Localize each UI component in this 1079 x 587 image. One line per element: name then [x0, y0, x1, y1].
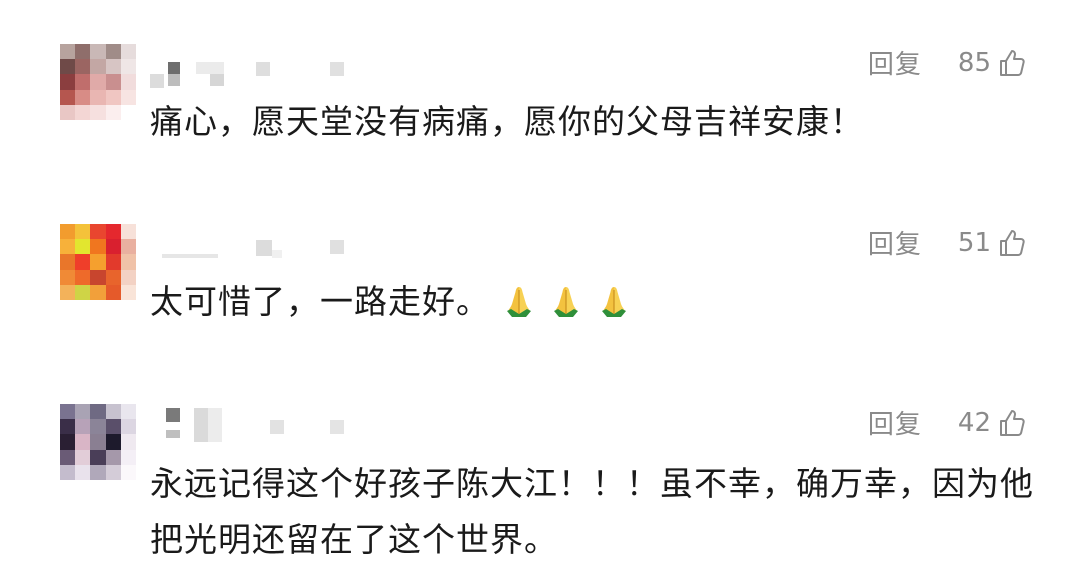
folded-hands-icon — [506, 287, 531, 317]
comment-actions: 回复 42 — [868, 404, 1027, 441]
avatar-pixel — [75, 59, 91, 75]
comment-actions: 回复 51 — [868, 224, 1027, 261]
avatar-pixel — [75, 89, 91, 105]
avatar-pixel — [75, 404, 91, 420]
emoji-group — [490, 282, 633, 321]
avatar-pixel — [105, 104, 121, 120]
avatar-pixel — [105, 404, 121, 420]
avatar-pixel — [60, 74, 76, 90]
avatar-pixel — [105, 434, 121, 450]
avatar-pixel — [60, 224, 76, 240]
avatar-pixel — [105, 239, 121, 255]
avatar-pixel — [90, 74, 106, 90]
comment-text: 痛心，愿天堂没有病痛，愿你的父母吉祥安康！ — [150, 102, 864, 141]
avatar-pixel — [105, 74, 121, 90]
avatar-pixel — [90, 434, 106, 450]
avatar-pixel — [60, 449, 76, 465]
avatar-pixel — [60, 269, 76, 285]
avatar-pixel — [90, 464, 106, 480]
avatar-pixel — [90, 239, 106, 255]
avatar-pixel — [75, 419, 91, 435]
avatar-pixel — [60, 464, 76, 480]
avatar-pixel — [105, 284, 121, 300]
avatar-pixel — [120, 269, 136, 285]
avatar-pixel — [120, 74, 136, 90]
avatar-pixel — [60, 104, 76, 120]
avatar[interactable] — [60, 44, 136, 120]
avatar-pixel — [90, 404, 106, 420]
like-count: 85 — [957, 47, 991, 78]
avatar-pixel — [105, 449, 121, 465]
reply-button[interactable]: 回复 — [868, 224, 922, 261]
avatar-pixel — [105, 44, 121, 60]
avatar-pixel — [75, 104, 91, 120]
avatar-pixel — [75, 44, 91, 60]
avatar-pixel — [105, 419, 121, 435]
avatar-pixel — [90, 104, 106, 120]
thumbs-up-icon[interactable] — [995, 47, 1027, 79]
avatar-pixel — [60, 254, 76, 270]
avatar-pixel — [90, 284, 106, 300]
avatar-pixel — [120, 464, 136, 480]
avatar-pixel — [120, 254, 136, 270]
like-count: 51 — [957, 227, 991, 258]
avatar-pixel — [90, 89, 106, 105]
avatar-pixel — [105, 224, 121, 240]
avatar-pixel — [60, 419, 76, 435]
reply-button[interactable]: 回复 — [868, 404, 922, 441]
avatar-pixel — [75, 224, 91, 240]
avatar-pixel — [105, 269, 121, 285]
comment-text: 太可惜了，一路走好。 — [150, 274, 1040, 330]
avatar-pixel — [105, 254, 121, 270]
comment-actions: 回复 85 — [868, 44, 1027, 81]
avatar-pixel — [75, 239, 91, 255]
folded-hands-icon — [554, 287, 578, 317]
thumbs-up-icon[interactable] — [995, 407, 1027, 439]
avatar-pixel — [120, 104, 136, 120]
reply-button[interactable]: 回复 — [868, 44, 922, 81]
avatar-pixel — [75, 434, 91, 450]
avatar-pixel — [120, 434, 136, 450]
avatar-pixel — [120, 449, 136, 465]
avatar-pixel — [120, 404, 136, 420]
avatar-pixel — [90, 449, 106, 465]
avatar-pixel — [105, 89, 121, 105]
avatar-pixel — [105, 59, 121, 75]
avatar-pixel — [75, 464, 91, 480]
avatar-pixel — [120, 224, 136, 240]
avatar-pixel — [60, 89, 76, 105]
avatar-pixel — [120, 239, 136, 255]
thumbs-up-icon[interactable] — [995, 227, 1027, 259]
avatar-pixel — [75, 449, 91, 465]
avatar-pixel — [90, 224, 106, 240]
folded-hands-icon — [601, 287, 626, 317]
avatar-pixel — [90, 44, 106, 60]
avatar-pixel — [120, 59, 136, 75]
comment-text: 永远记得这个好孩子陈大江！！！虽不幸，确万幸，因为他把光明还留在了这个世界。 — [150, 464, 1034, 559]
avatar-pixel — [120, 284, 136, 300]
comment-text-content: 太可惜了，一路走好。 — [150, 282, 490, 321]
avatar-pixel — [120, 419, 136, 435]
avatar-pixel — [120, 89, 136, 105]
avatar-pixel — [60, 44, 76, 60]
avatar-pixel — [60, 434, 76, 450]
avatar[interactable] — [60, 224, 136, 300]
avatar-pixel — [90, 59, 106, 75]
avatar-pixel — [120, 44, 136, 60]
avatar-pixel — [90, 269, 106, 285]
avatar-pixel — [60, 59, 76, 75]
avatar[interactable] — [60, 404, 136, 480]
avatar-pixel — [60, 284, 76, 300]
avatar-pixel — [90, 419, 106, 435]
avatar-pixel — [105, 464, 121, 480]
avatar-pixel — [75, 284, 91, 300]
avatar-pixel — [75, 269, 91, 285]
avatar-pixel — [75, 254, 91, 270]
like-count: 42 — [957, 407, 991, 438]
avatar-pixel — [60, 404, 76, 420]
avatar-pixel — [75, 74, 91, 90]
avatar-pixel — [90, 254, 106, 270]
avatar-pixel — [60, 239, 76, 255]
